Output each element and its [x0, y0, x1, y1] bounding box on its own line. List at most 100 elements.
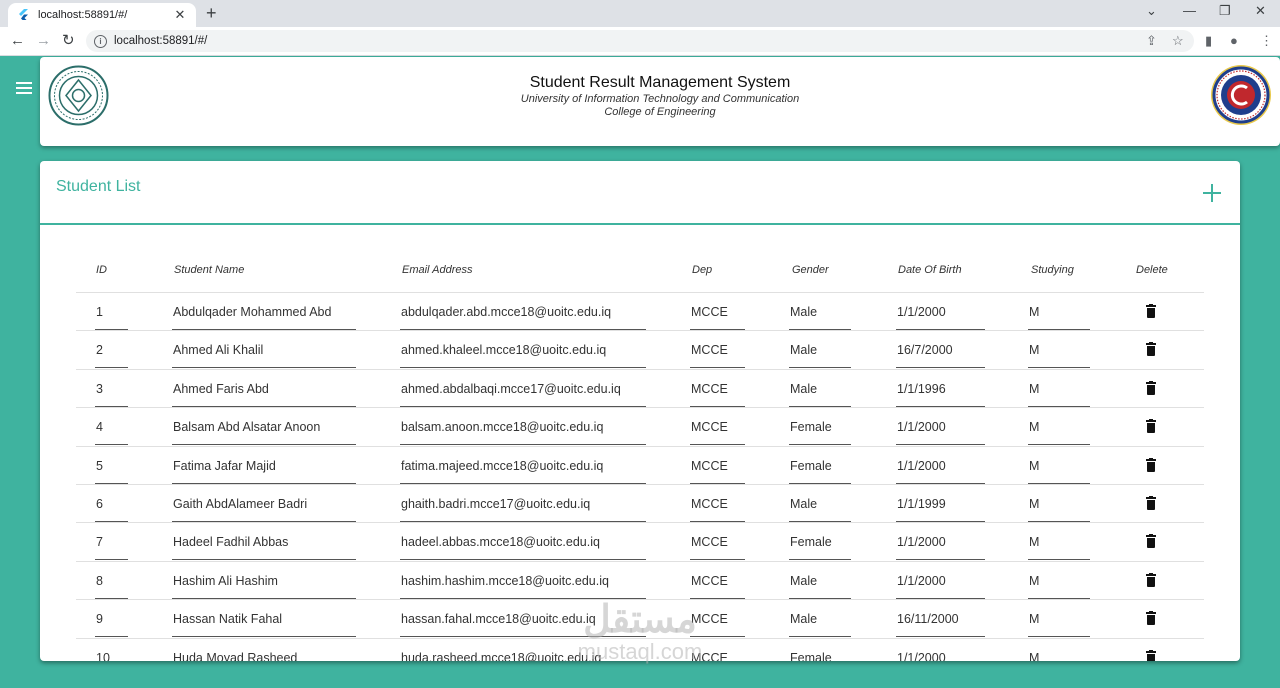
cell-email: hadeel.abbas.mcce18@uoitc.edu.iq: [401, 535, 600, 550]
cell-dob: 1/1/2000: [897, 420, 946, 435]
delete-trash-icon[interactable]: [1146, 342, 1156, 357]
tab-close-icon[interactable]: ✕: [172, 7, 188, 23]
delete-trash-icon[interactable]: [1146, 457, 1156, 472]
cell-gender: Male: [790, 305, 818, 319]
cell-gender: Male: [790, 612, 818, 627]
cell-email: fatima.majeed.mcce18@uoitc.edu.iq: [401, 458, 604, 473]
student-list-card: Student List ID Student Name Email Addre…: [40, 161, 1240, 661]
cell-dob: 16/11/2000: [897, 612, 959, 627]
address-bar[interactable]: i localhost:58891/#/: [86, 30, 1194, 52]
menu-icon[interactable]: [16, 82, 32, 94]
table-row[interactable]: 3 Ahmed Faris Abd ahmed.abdalbaqi.mcce17@u…: [76, 368, 1204, 407]
table-row[interactable]: 1 Abdulqader Mohammed Abd abdulqader.abd.m…: [76, 292, 1204, 330]
browser-tab[interactable]: localhost:58891/#/ ✕: [8, 3, 196, 27]
delete-trash-icon[interactable]: [1146, 419, 1156, 434]
cell-id: 7: [96, 535, 103, 550]
reload-button[interactable]: ↻: [62, 32, 75, 50]
table-row[interactable]: 7 Hadeel Fadhil Abbas hadeel.abbas.mcce18@…: [76, 522, 1204, 561]
cell-studying: M: [1029, 535, 1040, 550]
app-header: Student Result Management System Univers…: [40, 57, 1280, 146]
university-name: University of Information Technology and…: [520, 93, 800, 105]
cell-name: Abdulqader Mohammed Abd: [173, 305, 332, 319]
cell-dob: 1/1/2000: [897, 535, 946, 550]
share-icon[interactable]: ⇪: [1146, 32, 1157, 50]
delete-trash-icon[interactable]: [1146, 611, 1156, 626]
college-logo: [1210, 64, 1272, 126]
column-header-dob: Date Of Birth: [898, 264, 962, 276]
cell-gender: Female: [790, 458, 832, 473]
browser-menu-icon[interactable]: ⋮: [1260, 32, 1273, 50]
student-list-title: Student List: [56, 178, 141, 195]
table-row[interactable]: 6 Gaith AbdAlameer Badri ghaith.badri.mcce…: [76, 484, 1204, 522]
cell-gender: Female: [790, 650, 832, 661]
cell-id: 10: [96, 650, 110, 661]
cell-id: 8: [96, 573, 103, 588]
cell-studying: M: [1029, 497, 1040, 511]
bookmark-star-icon[interactable]: ☆: [1172, 32, 1184, 50]
cell-dob: 1/1/2000: [897, 458, 946, 473]
cell-studying: M: [1029, 420, 1040, 435]
url-text[interactable]: localhost:58891/#/: [114, 35, 207, 47]
cell-gender: Male: [790, 381, 818, 396]
table-row[interactable]: 4 Balsam Abd Alsatar Anoon balsam.anoon.mc…: [76, 407, 1204, 446]
add-student-button[interactable]: [1202, 183, 1222, 203]
column-header-id: ID: [96, 264, 107, 276]
browser-tabstrip: localhost:58891/#/ ✕ + ⌄ — ❐ ✕: [0, 0, 1280, 27]
delete-trash-icon[interactable]: [1146, 572, 1156, 587]
cell-name: Balsam Abd Alsatar Anoon: [173, 420, 321, 435]
cell-id: 4: [96, 420, 103, 435]
flutter-icon: [16, 8, 30, 22]
delete-trash-icon[interactable]: [1146, 534, 1156, 549]
delete-trash-icon[interactable]: [1146, 380, 1156, 395]
cell-name: Gaith AbdAlameer Badri: [173, 497, 308, 511]
table-row[interactable]: 5 Fatima Jafar Majid fatima.majeed.mcce18@…: [76, 445, 1204, 484]
delete-trash-icon[interactable]: [1146, 649, 1156, 661]
back-button[interactable]: ←: [10, 32, 25, 50]
cell-studying: M: [1029, 381, 1040, 396]
browser-toolbar: ← → ↻ i localhost:58891/#/ ⇪ ☆ ▮ ● ⋮: [0, 27, 1280, 56]
cell-name: Hashim Ali Hashim: [173, 573, 278, 588]
cell-gender: Female: [790, 420, 832, 435]
cell-gender: Male: [790, 343, 818, 358]
cell-dep: MCCE: [691, 650, 728, 661]
cell-gender: Male: [790, 497, 818, 511]
cell-email: ghaith.badri.mcce17@uoitc.edu.iq: [401, 497, 591, 511]
table-row[interactable]: 9 Hassan Natik Fahal hassan.fahal.mcce18@u…: [76, 599, 1204, 638]
cell-dob: 1/1/2000: [897, 573, 946, 588]
cell-dob: 1/1/1996: [897, 381, 946, 396]
cell-dob: 16/7/2000: [897, 343, 953, 358]
column-header-email: Email Address: [402, 264, 473, 276]
cell-dob: 1/1/2000: [897, 650, 946, 661]
table-row[interactable]: 2 Ahmed Ali Khalil ahmed.khaleel.mcce18@uo…: [76, 330, 1204, 369]
cell-dep: MCCE: [691, 573, 728, 588]
cell-dob: 1/1/1999: [897, 497, 946, 511]
column-header-studying: Studying: [1031, 264, 1074, 276]
cell-dep: MCCE: [691, 343, 728, 358]
cell-gender: Male: [790, 573, 818, 588]
minimize-button[interactable]: —: [1183, 3, 1196, 18]
table-row[interactable]: 10 Huda Moyad Rasheed huda.rasheed.mcce18@…: [76, 637, 1204, 661]
restore-button[interactable]: ❐: [1219, 3, 1231, 19]
delete-trash-icon[interactable]: [1146, 496, 1156, 510]
cell-email: hassan.fahal.mcce18@uoitc.edu.iq: [401, 612, 596, 627]
cell-name: Fatima Jafar Majid: [173, 458, 276, 473]
page-title: Student Result Management System: [529, 74, 791, 91]
new-tab-button[interactable]: +: [206, 4, 217, 22]
cell-email: hashim.hashim.mcce18@uoitc.edu.iq: [401, 573, 609, 588]
profile-icon[interactable]: ●: [1230, 32, 1238, 50]
table-row[interactable]: 8 Hashim Ali Hashim hashim.hashim.mcce18@u…: [76, 560, 1204, 599]
cell-studying: M: [1029, 458, 1040, 473]
cell-name: Hadeel Fadhil Abbas: [173, 535, 289, 550]
close-window-button[interactable]: ✕: [1255, 3, 1266, 19]
cell-dob: 1/1/2000: [897, 305, 946, 319]
cell-dep: MCCE: [691, 612, 728, 627]
column-header-name: Student Name: [174, 264, 245, 276]
delete-trash-icon[interactable]: [1146, 304, 1156, 318]
tab-search-icon[interactable]: ⌄: [1146, 3, 1157, 19]
forward-button[interactable]: →: [36, 32, 51, 50]
college-name: College of Engineering: [604, 106, 716, 118]
cell-studying: M: [1029, 343, 1040, 358]
site-info-icon[interactable]: i: [94, 34, 107, 48]
side-panel-icon[interactable]: ▮: [1205, 32, 1212, 50]
tab-title: localhost:58891/#/: [38, 9, 128, 21]
